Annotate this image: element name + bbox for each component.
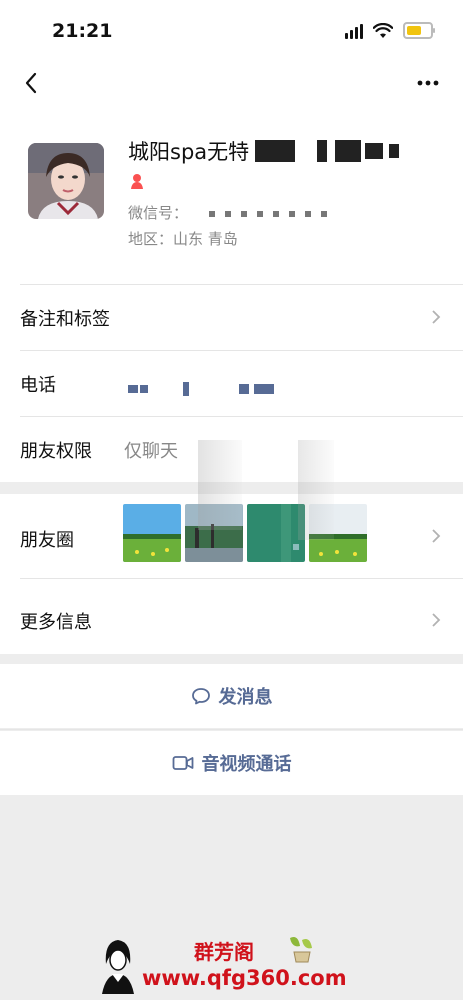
chevron-right-icon: [432, 529, 441, 543]
region-value: 山东 青岛: [173, 230, 238, 248]
remark-tags-label: 备注和标签: [20, 309, 110, 330]
nav-bar: [0, 60, 463, 106]
redacted-block: [335, 140, 362, 162]
name-row: 城阳spa无特: [128, 136, 400, 166]
leaf-cup-icon: [290, 937, 312, 963]
wifi-icon: [373, 22, 393, 38]
battery-icon: [403, 22, 435, 39]
avatar[interactable]: [28, 143, 104, 219]
status-time: 21:21: [52, 20, 113, 42]
video-call-button[interactable]: 音视频通话: [0, 729, 463, 795]
region: 地区：山东 青岛: [128, 228, 238, 249]
contact-profile-screen: 21:21 城阳spa无特 微信号： 地区：山东 青岛 备注和标签 电话 朋友权…: [0, 0, 463, 1000]
image-artifact: [298, 440, 334, 540]
redacted-block: [255, 140, 296, 162]
image-artifact: [198, 440, 242, 530]
watermark: 群芳阁 www.qfg360.com: [98, 934, 398, 994]
phone-row[interactable]: 电话: [0, 350, 463, 416]
redacted-block: [365, 143, 384, 159]
female-gender-icon: [131, 174, 143, 189]
moments-photo: [247, 504, 305, 562]
chat-bubble-icon: [191, 688, 210, 705]
moments-photo: [123, 504, 181, 562]
chevron-right-icon: [432, 310, 441, 324]
back-icon[interactable]: [18, 68, 48, 98]
region-label: 地区：: [128, 230, 174, 248]
wechat-id: 微信号：: [128, 202, 332, 223]
friend-permission-label: 朋友权限: [20, 441, 92, 462]
chevron-right-icon: [432, 613, 441, 627]
signal-icon: [345, 23, 363, 39]
more-info-row[interactable]: 更多信息: [0, 578, 463, 654]
contact-name: 城阳spa无特: [128, 140, 250, 164]
moments-label: 朋友圈: [20, 530, 74, 551]
phone-number-redacted[interactable]: [128, 378, 275, 397]
remark-tags-row[interactable]: 备注和标签: [0, 284, 463, 350]
send-message-button[interactable]: 发消息: [0, 664, 463, 728]
send-message-label: 发消息: [218, 687, 273, 708]
redacted-block: [317, 140, 328, 162]
redacted-block: [389, 144, 400, 158]
phone-label: 电话: [20, 375, 56, 396]
watermark-title: 群芳阁: [194, 940, 254, 964]
status-icons: [345, 22, 435, 39]
more-info-label: 更多信息: [20, 612, 92, 633]
more-dots-icon[interactable]: [415, 70, 441, 96]
wechat-id-label: 微信号：: [128, 204, 189, 222]
video-call-label: 音视频通话: [201, 754, 292, 775]
watermark-url: www.qfg360.com: [142, 966, 347, 990]
status-bar: 21:21: [0, 0, 463, 60]
friend-permission-value: 仅聊天: [124, 441, 178, 462]
woman-figure-logo: [102, 940, 134, 994]
video-camera-icon: [172, 756, 193, 770]
profile-header: 城阳spa无特 微信号： 地区：山东 青岛: [0, 106, 463, 284]
